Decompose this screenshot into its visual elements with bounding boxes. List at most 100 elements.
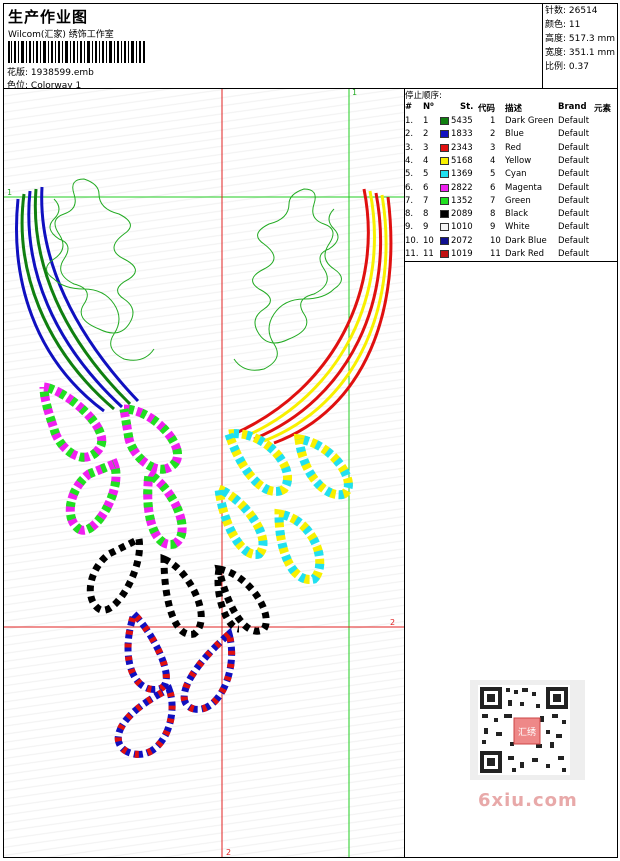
header-block: 生产作业图 Wilcom(汇家) 绣饰工作室 花版: 1938599.emb 色… <box>4 4 542 91</box>
company-name: Wilcom(汇家) 绣饰工作室 <box>8 30 114 40</box>
header-brand: Brand <box>558 102 587 112</box>
row-st: 5435 <box>451 116 473 126</box>
row-desc: Dark Red <box>505 249 545 259</box>
row-brand: Default <box>558 129 590 140</box>
row-brand: Default <box>558 222 590 233</box>
marker-right: 2 <box>390 618 395 627</box>
row-brand: Default <box>558 116 590 126</box>
color-swatch <box>440 223 449 232</box>
row-num: 11. <box>405 249 419 259</box>
header-desc: 描述 <box>505 104 523 114</box>
table-row: 11. 11 1019 11 Dark Red Default <box>405 248 617 261</box>
site-watermark: 6xiu.com <box>478 790 578 811</box>
color-swatch <box>440 143 449 152</box>
row-num: 8. <box>405 209 414 220</box>
header-code: 代码 <box>478 104 496 114</box>
row-brand: Default <box>558 169 590 180</box>
stop-sequence-panel: 停止顺序: # N⁰ St. 代码 描述 Brand 元素 1. 1 5435 1 Da… <box>405 89 617 262</box>
row-code: 5 <box>490 169 496 180</box>
row-desc: Cyan <box>505 169 527 180</box>
header-elem: 元素 <box>594 104 612 114</box>
header-n: N⁰ <box>423 102 434 112</box>
row-code: 2 <box>490 129 496 140</box>
color-swatch <box>440 170 449 179</box>
table-header: # N⁰ St. 代码 描述 Brand 元素 <box>405 102 617 114</box>
row-num: 6. <box>405 182 414 193</box>
embroidery-preview: 1 1 2 2 <box>4 88 404 857</box>
yellow-drops <box>213 429 353 584</box>
barcode <box>8 41 145 63</box>
row-n: 7 <box>423 195 429 206</box>
row-num: 7. <box>405 195 414 206</box>
row-code: 1 <box>490 116 496 126</box>
row-desc: Magenta <box>505 182 543 193</box>
row-num: 2. <box>405 129 414 140</box>
row-n: 8 <box>423 209 429 220</box>
table-row: 1. 1 5435 1 Dark Green Default <box>405 115 617 128</box>
qr-code: 汇绣 <box>470 680 585 780</box>
right-meander-fill <box>233 188 342 371</box>
color-swatch <box>440 210 449 219</box>
row-n: 1 <box>423 116 429 126</box>
color-swatch <box>440 196 449 205</box>
row-num: 10. <box>405 235 419 246</box>
row-n: 3 <box>423 142 429 153</box>
row-brand: Default <box>558 142 590 153</box>
row-brand: Default <box>558 182 590 193</box>
left-strands <box>15 186 140 413</box>
row-num: 3. <box>405 142 414 153</box>
row-n: 2 <box>423 129 429 140</box>
right-strands <box>233 188 393 445</box>
design-label: 花版: <box>7 68 29 78</box>
row-brand: Default <box>558 195 590 206</box>
row-st: 1833 <box>451 129 473 140</box>
table-row: 8. 8 2089 8 Black Default <box>405 208 617 221</box>
row-n: 10 <box>423 235 434 246</box>
row-code: 8 <box>490 209 496 220</box>
color-swatch <box>440 236 449 245</box>
row-code: 10 <box>490 235 501 246</box>
table-row: 3. 3 2343 3 Red Default <box>405 142 617 155</box>
table-row: 9. 9 1010 9 White Default <box>405 221 617 234</box>
design-height: 高度: 517.3 mm <box>545 34 616 44</box>
scale-ratio: 比例: 0.37 <box>545 62 589 72</box>
row-num: 1. <box>405 116 414 126</box>
row-n: 11 <box>423 249 434 259</box>
row-st: 1010 <box>451 222 473 233</box>
row-num: 4. <box>405 155 414 166</box>
table-row: 4. 4 5168 4 Yellow Default <box>405 155 617 168</box>
row-code: 9 <box>490 222 496 233</box>
stats-block: 针数: 26514 颜色: 11 高度: 517.3 mm 宽度: 351.1 … <box>542 4 618 89</box>
row-n: 9 <box>423 222 429 233</box>
design-value: 1938599.emb <box>30 68 94 78</box>
row-num: 9. <box>405 222 414 233</box>
row-desc: Blue <box>505 129 524 140</box>
color-swatch <box>440 250 449 258</box>
row-desc: Green <box>505 195 531 206</box>
row-desc: White <box>505 222 530 233</box>
row-st: 5168 <box>451 155 473 166</box>
row-n: 5 <box>423 169 429 180</box>
row-desc: Red <box>505 142 522 153</box>
row-st: 2089 <box>451 209 473 220</box>
header-st: St. <box>460 102 474 112</box>
table-row: 5. 5 1369 5 Cyan Default <box>405 168 617 181</box>
row-num: 5. <box>405 169 414 180</box>
row-st: 1369 <box>451 169 473 180</box>
row-desc: Black <box>505 209 528 220</box>
marker-bottom: 2 <box>226 848 231 857</box>
row-desc: Yellow <box>505 155 532 166</box>
stop-sequence-title: 停止顺序: <box>405 91 442 101</box>
row-st: 1352 <box>451 195 473 206</box>
marker-top: 1 <box>352 89 357 97</box>
design-canvas: 1 1 2 2 <box>4 88 405 857</box>
row-code: 3 <box>490 142 496 153</box>
color-swatch <box>440 130 449 139</box>
table-row: 6. 6 2822 6 Magenta Default <box>405 182 617 195</box>
color-count: 颜色: 11 <box>545 20 581 30</box>
magenta-drops <box>39 382 187 549</box>
row-desc: Dark Green <box>505 116 554 126</box>
row-code: 7 <box>490 195 496 206</box>
color-swatch <box>440 117 449 125</box>
row-st: 1019 <box>451 249 473 259</box>
